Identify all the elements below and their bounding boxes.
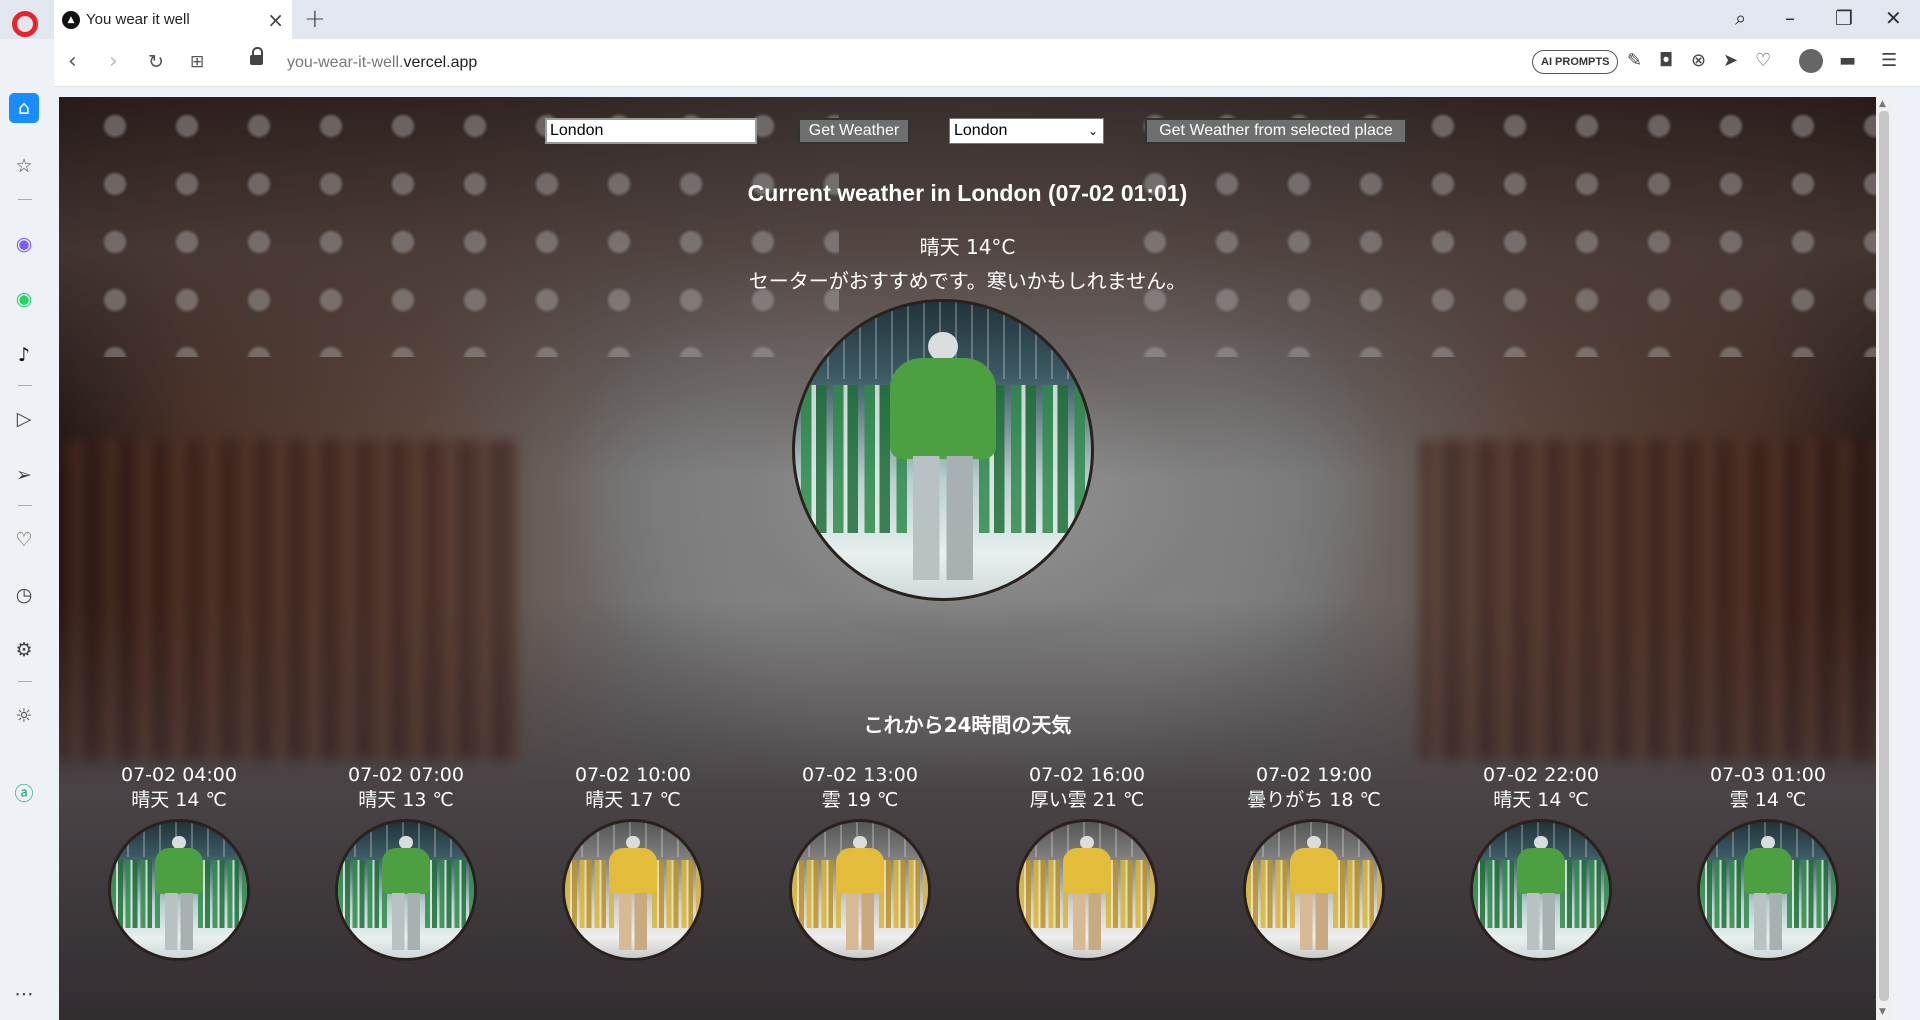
- back-icon[interactable]: ‹: [68, 49, 77, 74]
- tips-icon[interactable]: ☼: [12, 704, 36, 728]
- tab-strip: You wear it well × + ⌕ – ❐ ✕: [0, 0, 1920, 39]
- flow-icon[interactable]: ➢: [12, 463, 36, 487]
- settings-icon[interactable]: ⚙: [12, 638, 36, 662]
- current-weather-heading: Current weather in London (07-02 01:01): [747, 180, 1188, 206]
- forecast-item: 07-02 13:00 雲 19 ℃: [760, 763, 960, 961]
- search-controls: Get Weather London ⌄ Get Weather from se…: [59, 118, 1876, 144]
- forecast-time: 07-03 01:00: [1709, 764, 1826, 786]
- forecast-outfit-image: [1470, 819, 1612, 961]
- whatsapp-icon[interactable]: ◉: [12, 287, 36, 311]
- forecast-item: 07-02 22:00 晴天 14 ℃: [1441, 763, 1641, 961]
- player-icon[interactable]: ▷: [12, 407, 36, 431]
- forecast-time: 07-02 22:00: [1482, 764, 1599, 786]
- lock-icon[interactable]: [250, 47, 263, 68]
- current-condition: 晴天 14°C: [919, 235, 1016, 259]
- forecast-time: 07-02 04:00: [120, 764, 237, 786]
- forecast-condition: 雲 19 ℃: [821, 789, 899, 811]
- tab-title: You wear it well: [86, 11, 190, 28]
- reload-icon[interactable]: ↻: [148, 51, 164, 73]
- adblock-icon[interactable]: ⊗: [1691, 50, 1706, 71]
- close-window-icon[interactable]: ✕: [1885, 6, 1902, 30]
- forecast-condition: 晴天 14 ℃: [131, 789, 227, 811]
- forecast-item: 07-03 01:00 雲 14 ℃: [1668, 763, 1868, 961]
- battery-icon[interactable]: ▬: [1839, 50, 1856, 71]
- address-bar: ‹ › ↻ ⊞ you-wear-it-well.vercel.app AI P…: [54, 39, 1920, 87]
- sidebar: ⌂ ☆ ◉ ◉ ♪ ▷ ➢ ♡ ◷ ⚙ ☼ ⓐ ⋯: [0, 87, 49, 1020]
- forecast-time: 07-02 16:00: [1028, 764, 1145, 786]
- forecast-condition: 厚い雲 21 ℃: [1029, 789, 1145, 811]
- url-field[interactable]: you-wear-it-well.vercel.app: [287, 54, 477, 72]
- forecast-condition: 晴天 14 ℃: [1493, 789, 1589, 811]
- restore-icon[interactable]: ❐: [1835, 6, 1853, 30]
- heart-icon[interactable]: ♡: [1755, 50, 1771, 71]
- vercel-favicon-icon: [62, 10, 80, 29]
- send-icon[interactable]: ➤: [1723, 50, 1738, 71]
- scroll-up-icon[interactable]: ▲: [1879, 99, 1886, 109]
- forecast-item: 07-02 19:00 曇りがち 18 ℃: [1214, 763, 1414, 961]
- scroll-down-icon[interactable]: ▼: [1879, 1007, 1886, 1017]
- edit-icon[interactable]: ✎: [1627, 50, 1642, 71]
- tiktok-icon[interactable]: ♪: [12, 343, 36, 367]
- forecast-condition: 晴天 17 ℃: [585, 789, 681, 811]
- tab-grid-icon[interactable]: ⊞: [190, 52, 204, 72]
- outfit-advice: セーターがおすすめです。寒いかもしれません。: [748, 269, 1187, 293]
- forecast-outfit-image: [1697, 819, 1839, 961]
- forecast-time: 07-02 10:00: [574, 764, 691, 786]
- forecast-item: 07-02 04:00 晴天 14 ℃: [79, 763, 279, 961]
- forward-icon[interactable]: ›: [109, 49, 118, 74]
- minimize-icon[interactable]: –: [1785, 6, 1795, 30]
- messenger-icon[interactable]: ◉: [12, 232, 36, 256]
- forecast-outfit-image: [789, 819, 931, 961]
- history-icon[interactable]: ◷: [12, 583, 36, 607]
- pinboards-icon[interactable]: ♡: [12, 528, 36, 552]
- forecast-title: これから24時間の天気: [863, 713, 1072, 737]
- weather-app: Get Weather London ⌄ Get Weather from se…: [59, 97, 1876, 1020]
- search-tabs-icon[interactable]: ⌕: [1735, 6, 1746, 30]
- more-icon[interactable]: ⋯: [12, 982, 36, 1006]
- forecast-outfit-image: [335, 819, 477, 961]
- easy-setup-icon[interactable]: ☰: [1881, 50, 1897, 71]
- page-scrollbar[interactable]: ▲ ▼: [1876, 97, 1892, 1020]
- forecast-condition: 晴天 13 ℃: [358, 789, 454, 811]
- forecast-item: 07-02 07:00 晴天 13 ℃: [306, 763, 506, 961]
- get-selected-weather-button[interactable]: Get Weather from selected place: [1145, 118, 1407, 144]
- city-select[interactable]: London ⌄: [949, 118, 1104, 144]
- chevron-down-icon: ⌄: [1087, 124, 1098, 138]
- forecast-item: 07-02 10:00 晴天 17 ℃: [533, 763, 733, 961]
- forecast-time: 07-02 13:00: [801, 764, 918, 786]
- home-icon[interactable]: ⌂: [9, 93, 39, 123]
- profile-avatar[interactable]: [1799, 49, 1823, 73]
- tab-close-icon[interactable]: ×: [267, 8, 284, 32]
- tab-active[interactable]: You wear it well ×: [54, 0, 292, 39]
- city-input[interactable]: [545, 118, 757, 144]
- city-select-value: London: [954, 122, 1008, 139]
- ai-prompts-button[interactable]: AI PROMPTS: [1532, 50, 1619, 74]
- forecast-condition: 雲 14 ℃: [1729, 789, 1807, 811]
- forecast-time: 07-02 19:00: [1255, 764, 1372, 786]
- get-weather-button[interactable]: Get Weather: [798, 118, 910, 144]
- page-viewport: Get Weather London ⌄ Get Weather from se…: [59, 97, 1892, 1020]
- forecast-time: 07-02 07:00: [347, 764, 464, 786]
- forecast-outfit-image: [1243, 819, 1385, 961]
- forecast-condition: 曇りがち 18 ℃: [1247, 789, 1381, 811]
- forecast-item: 07-02 16:00 厚い雲 21 ℃: [987, 763, 1187, 961]
- forecast-outfit-image: [1016, 819, 1158, 961]
- forecast-outfit-image: [108, 819, 250, 961]
- camera-icon[interactable]: ◘: [1659, 50, 1673, 71]
- new-tab-icon[interactable]: +: [304, 4, 326, 34]
- bookmarks-icon[interactable]: ☆: [12, 154, 36, 178]
- forecast-outfit-image: [562, 819, 704, 961]
- aria-icon[interactable]: ⓐ: [12, 780, 36, 805]
- scroll-thumb[interactable]: [1879, 111, 1889, 1001]
- current-outfit-image: [792, 299, 1094, 601]
- opera-logo-icon[interactable]: [12, 11, 38, 37]
